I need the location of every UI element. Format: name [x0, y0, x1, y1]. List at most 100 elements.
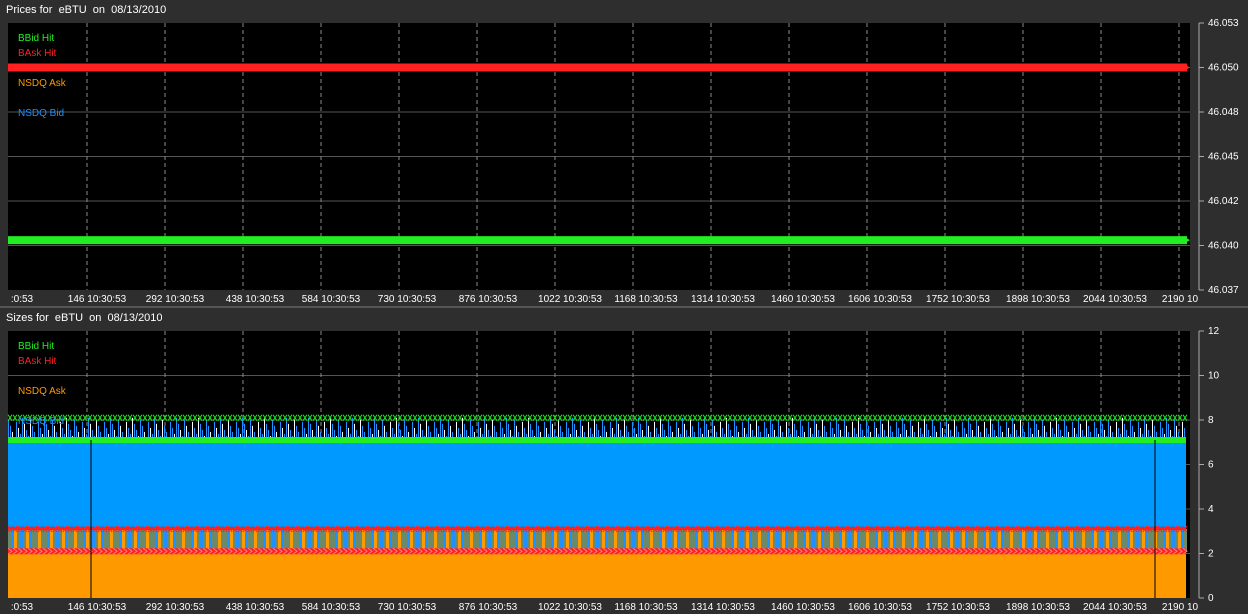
sizes-band-stripe [620, 529, 623, 552]
sizes-band-stripe [1169, 529, 1172, 552]
sizes-band-stripe [791, 529, 794, 552]
sizes-band-stripe [368, 529, 371, 552]
sizes-band-stripe [869, 529, 872, 552]
sizes-band-stripe [110, 529, 113, 552]
sizes-bid-spike [682, 417, 683, 441]
sizes-band-stripe [503, 529, 506, 552]
sizes-band-stripe [797, 529, 800, 552]
prices-xtick-label: 730 10:30:53 [378, 294, 437, 305]
sizes-band-stripe [617, 529, 620, 552]
sizes-band-stripe [194, 529, 197, 552]
sizes-bid-spike [492, 419, 493, 441]
sizes-bid-spike [550, 417, 551, 441]
sizes-band-stripe [686, 529, 689, 552]
prices-panel: Prices for eBTU on 08/13/2010 46.053 46.0… [0, 0, 1248, 306]
prices-legend-item: NSDQ Ask [18, 78, 67, 89]
sizes-band-stripe [236, 529, 239, 552]
sizes-bid-spike [910, 419, 911, 441]
sizes-xtick-label: 876 10:30:53 [459, 602, 518, 613]
prices-ytick-label: 46.037 [1208, 285, 1239, 296]
sizes-band-stripe [1058, 529, 1061, 552]
sizes-band-stripe [1163, 529, 1166, 552]
sizes-band-stripe [716, 529, 719, 552]
sizes-band-stripe [755, 529, 758, 552]
sizes-band-stripe [1121, 529, 1124, 552]
sizes-bid-spike [748, 417, 749, 441]
sizes-band-stripe [245, 529, 248, 552]
sizes-band-stripe [92, 529, 95, 552]
sizes-band-stripe [845, 529, 848, 552]
sizes-band-stripe [575, 529, 578, 552]
sizes-band-stripe [431, 529, 434, 552]
sizes-ytick-label: 4 [1208, 504, 1214, 515]
sizes-bid-spike [954, 419, 955, 441]
sizes-band-stripe [605, 529, 608, 552]
sizes-band-stripe [1142, 529, 1145, 552]
sizes-band-stripe [1094, 529, 1097, 552]
sizes-band-stripe [1034, 529, 1037, 552]
sizes-band-stripe [278, 529, 281, 552]
sizes-band-stripe [683, 529, 686, 552]
sizes-band-stripe [494, 529, 497, 552]
sizes-band-stripe [524, 529, 527, 552]
sizes-band-stripe [971, 529, 974, 552]
prices-ytick-label: 46.042 [1208, 196, 1239, 207]
sizes-bid-spike [426, 419, 427, 441]
sizes-xtick-label: 1314 10:30:53 [691, 602, 755, 613]
sizes-band-stripe [875, 529, 878, 552]
sizes-band-stripe [176, 529, 179, 552]
sizes-band-stripe [602, 529, 605, 552]
sizes-bid-spike [330, 417, 331, 441]
sizes-band-stripe [950, 529, 953, 552]
sizes-bid-spike [1034, 417, 1035, 441]
sizes-band-stripe [821, 529, 824, 552]
sizes-bid-spike [1056, 417, 1057, 441]
sizes-bid-spike [440, 417, 441, 441]
sizes-band-stripe [539, 529, 542, 552]
sizes-band-stripe [185, 529, 188, 552]
sizes-bid-spike [96, 419, 97, 441]
sizes-band-stripe [1103, 529, 1106, 552]
sizes-band-stripe [275, 529, 278, 552]
sizes-band-stripe [962, 529, 965, 552]
sizes-band-stripe [953, 529, 956, 552]
sizes-band-stripe [578, 529, 581, 552]
prices-legend-item: NSDQ Bid [18, 108, 64, 119]
sizes-band-stripe [692, 529, 695, 552]
sizes-band-stripe [707, 529, 710, 552]
sizes-band-stripe [152, 529, 155, 552]
sizes-band-stripe [398, 529, 401, 552]
sizes-band-stripe [902, 529, 905, 552]
sizes-band-stripe [1130, 529, 1133, 552]
sizes-bid-spike [844, 419, 845, 441]
sizes-band-stripe [746, 529, 749, 552]
sizes-band-stripe [800, 529, 803, 552]
sizes-band-stripe [422, 529, 425, 552]
prices-xtick-label: 1898 10:30:53 [1006, 294, 1070, 305]
sizes-band-stripe [71, 529, 74, 552]
sizes-band-stripe [1166, 529, 1169, 552]
sizes-bid-spike [888, 419, 889, 441]
prices-series-bbid-hit [8, 236, 1187, 245]
sizes-band-stripe [107, 529, 110, 552]
sizes-band-stripe [614, 529, 617, 552]
sizes-bid-spike [272, 419, 273, 441]
sizes-band-stripe [383, 529, 386, 552]
sizes-bid-spike [1020, 419, 1021, 441]
sizes-band-stripe [491, 529, 494, 552]
sizes-band-stripe [665, 529, 668, 552]
sizes-bid-spike [360, 419, 361, 441]
sizes-band-stripe [548, 529, 551, 552]
prices-xtick-label: 2190 10 [1162, 294, 1199, 305]
sizes-band-stripe [947, 529, 950, 552]
sizes-band-stripe [623, 529, 626, 552]
sizes-band-stripe [782, 529, 785, 552]
sizes-band-stripe [212, 529, 215, 552]
sizes-band-stripe [128, 529, 131, 552]
sizes-bid-spike [162, 419, 163, 441]
sizes-bid-spike [286, 417, 287, 441]
prices-xtick-label: 876 10:30:53 [459, 294, 518, 305]
prices-xtick-label: 584 10:30:53 [302, 294, 361, 305]
sizes-band-stripe [488, 529, 491, 552]
sizes-band-stripe [629, 529, 632, 552]
